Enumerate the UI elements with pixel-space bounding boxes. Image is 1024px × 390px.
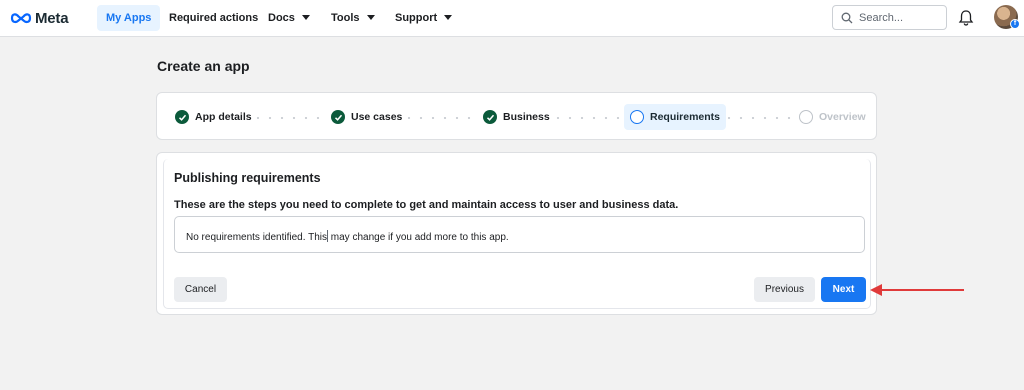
search-input[interactable] bbox=[859, 11, 939, 24]
support-caret-down-icon bbox=[444, 15, 453, 20]
nav-my-apps[interactable]: My Apps bbox=[97, 5, 161, 31]
step-label: App details bbox=[195, 111, 252, 123]
requirements-subtitle: These are the steps you need to complete… bbox=[174, 199, 679, 211]
requirements-message-part1: No requirements identified. This bbox=[186, 232, 327, 243]
nav-required-actions-label: Required actions bbox=[169, 12, 259, 24]
step-label: Use cases bbox=[351, 111, 403, 123]
check-circle-icon bbox=[483, 110, 497, 124]
step-business[interactable]: Business bbox=[477, 104, 556, 130]
search-box[interactable] bbox=[832, 5, 947, 30]
next-button[interactable]: Next bbox=[821, 277, 866, 302]
step-label: Requirements bbox=[650, 111, 721, 123]
check-circle-icon bbox=[331, 110, 345, 124]
empty-circle-icon bbox=[799, 110, 813, 124]
step-connector bbox=[723, 117, 795, 119]
nav-support-label: Support bbox=[395, 12, 438, 24]
nav-support[interactable]: Support bbox=[386, 5, 461, 31]
facebook-badge-icon: f bbox=[1010, 19, 1020, 29]
meta-infinity-icon bbox=[10, 13, 32, 24]
step-connector bbox=[552, 117, 622, 119]
step-connector bbox=[403, 117, 475, 119]
nav-my-apps-label: My Apps bbox=[106, 12, 152, 24]
bell-icon[interactable] bbox=[957, 9, 975, 27]
stepper: App details Use cases Business Requireme… bbox=[156, 92, 877, 140]
top-navigation-bar: Meta My Apps Required actions Docs Tools… bbox=[0, 0, 1024, 37]
previous-button[interactable]: Previous bbox=[754, 277, 815, 302]
nav-tools-label: Tools bbox=[331, 12, 360, 24]
tools-caret-down-icon bbox=[366, 15, 375, 20]
cancel-button[interactable]: Cancel bbox=[174, 277, 227, 302]
nav-docs[interactable]: Docs bbox=[259, 5, 319, 31]
check-circle-icon bbox=[175, 110, 189, 124]
docs-caret-down-icon bbox=[301, 15, 310, 20]
step-app-details[interactable]: App details bbox=[169, 104, 258, 130]
step-connector bbox=[252, 117, 324, 119]
nav-tools[interactable]: Tools bbox=[322, 5, 384, 31]
step-requirements[interactable]: Requirements bbox=[624, 104, 727, 130]
requirements-message-part2: may change if you add more to this app. bbox=[328, 232, 509, 243]
step-use-cases[interactable]: Use cases bbox=[325, 104, 408, 130]
step-overview[interactable]: Overview bbox=[793, 104, 872, 130]
page-title: Create an app bbox=[157, 58, 250, 74]
meta-logo[interactable]: Meta bbox=[10, 9, 69, 27]
meta-logo-text: Meta bbox=[35, 9, 69, 27]
annotation-arrow-icon bbox=[870, 284, 964, 296]
nav-docs-label: Docs bbox=[268, 12, 295, 24]
current-step-circle-icon bbox=[630, 110, 644, 124]
step-label: Business bbox=[503, 111, 550, 123]
requirements-title: Publishing requirements bbox=[174, 171, 321, 185]
requirements-message: No requirements identified. This may cha… bbox=[186, 230, 509, 243]
nav-required-actions[interactable]: Required actions bbox=[160, 5, 267, 31]
step-label: Overview bbox=[819, 111, 866, 123]
search-icon bbox=[841, 12, 853, 23]
